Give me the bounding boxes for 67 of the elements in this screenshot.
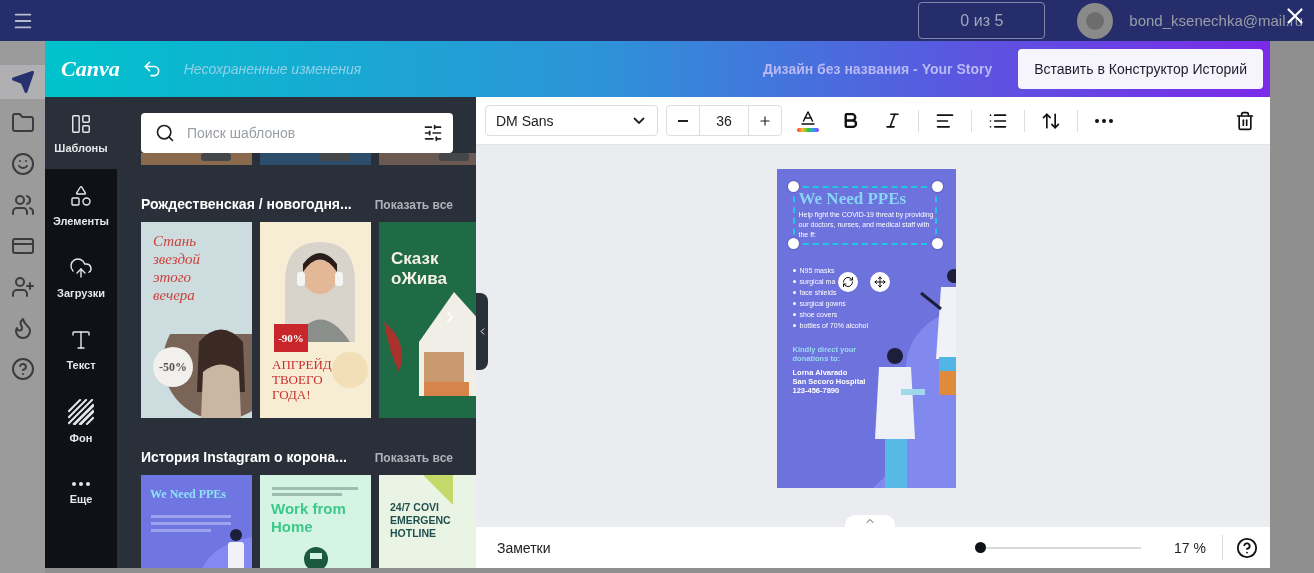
bullet-dot xyxy=(792,324,796,327)
zoom-reading: 17 % xyxy=(1174,539,1206,556)
logo: Canva xyxy=(61,56,120,82)
show-all-link[interactable]: Показать все xyxy=(374,451,453,465)
resize-handle[interactable] xyxy=(931,181,943,192)
undo-icon xyxy=(141,59,162,79)
minus-icon xyxy=(678,119,688,122)
add-person-icon xyxy=(10,275,35,299)
smiley-icon xyxy=(10,152,35,176)
sidebar-item[interactable] xyxy=(0,65,45,99)
plus-icon xyxy=(758,113,772,128)
bullet-dot xyxy=(792,280,796,283)
user-email[interactable]: bond_ksenechka@mail.ru xyxy=(1129,12,1303,29)
move-handle[interactable] xyxy=(869,272,890,292)
avatar[interactable] xyxy=(1077,2,1114,39)
search-field[interactable]: Поиск шаблонов xyxy=(141,113,453,153)
collapse-panel-button[interactable] xyxy=(476,293,488,370)
more-icon xyxy=(1095,118,1113,123)
rotate-handle[interactable] xyxy=(837,272,858,292)
bullet-dot xyxy=(792,269,796,272)
trash-icon xyxy=(1235,110,1255,131)
template-title: 24/7 COVI EMERGENC HOTLINE xyxy=(390,501,451,540)
discount-badge: -50% xyxy=(153,347,193,387)
template-title: Стань звездой этого вечера xyxy=(153,232,201,304)
filter-icon[interactable] xyxy=(423,123,443,143)
folder-icon xyxy=(10,111,35,135)
move-icon xyxy=(873,276,886,288)
stripes-icon xyxy=(68,398,94,425)
resize-handle[interactable] xyxy=(931,238,943,249)
counter-box: 0 из 5 xyxy=(918,2,1046,39)
rail-tab[interactable]: Шаблоны xyxy=(45,97,117,169)
template-title: АПГРЕЙД ТВОЕГО ГОДА! xyxy=(272,357,332,402)
section-title: Рождественская / новогодня... xyxy=(141,196,352,212)
more-icon xyxy=(72,481,90,486)
help-icon xyxy=(10,357,35,381)
font-select[interactable]: DM Sans xyxy=(485,105,658,136)
section-title: История Instagram о корона... xyxy=(141,449,347,465)
resize-handle[interactable] xyxy=(787,181,799,192)
template-title: Work from Home xyxy=(271,500,346,536)
caret-icon xyxy=(633,117,645,124)
design-title: Дизайн без названия - Your Story xyxy=(763,61,993,77)
search-icon xyxy=(155,123,175,143)
template-card[interactable]: АПГРЕЙД ТВОЕГО ГОДА! -90% xyxy=(260,222,371,418)
upload-icon xyxy=(69,255,93,280)
notes-button[interactable]: Заметки xyxy=(497,539,551,556)
template-card[interactable]: 24/7 COVI EMERGENC HOTLINE xyxy=(379,475,476,568)
search-input[interactable]: Поиск шаблонов xyxy=(187,125,411,141)
bullet-dot xyxy=(792,291,796,294)
people-icon xyxy=(10,193,35,217)
text-color-icon xyxy=(799,109,817,127)
template-title: Сказк оЖива xyxy=(391,249,447,289)
template-card[interactable]: Стань звездой этого вечера -50% xyxy=(141,222,252,418)
layout-icon xyxy=(70,112,92,135)
resize-handle[interactable] xyxy=(787,238,799,249)
zoom-thumb[interactable] xyxy=(975,542,987,553)
help-icon xyxy=(1236,536,1258,559)
shapes-icon xyxy=(69,183,93,208)
paper-plane-icon xyxy=(10,70,35,94)
save-status: Несохраненные изменения xyxy=(183,61,362,77)
discount-badge: -90% xyxy=(274,324,308,352)
rotate-icon xyxy=(841,276,854,288)
template-card[interactable]: Сказк оЖива xyxy=(379,222,476,418)
bullet-dot xyxy=(792,313,796,316)
publish-button[interactable]: Вставить в Конструктор Историй xyxy=(1018,49,1263,89)
bullet-dot xyxy=(792,302,796,305)
template-title: We Need PPEs xyxy=(150,487,226,501)
show-all-link[interactable]: Показать все xyxy=(374,198,453,212)
